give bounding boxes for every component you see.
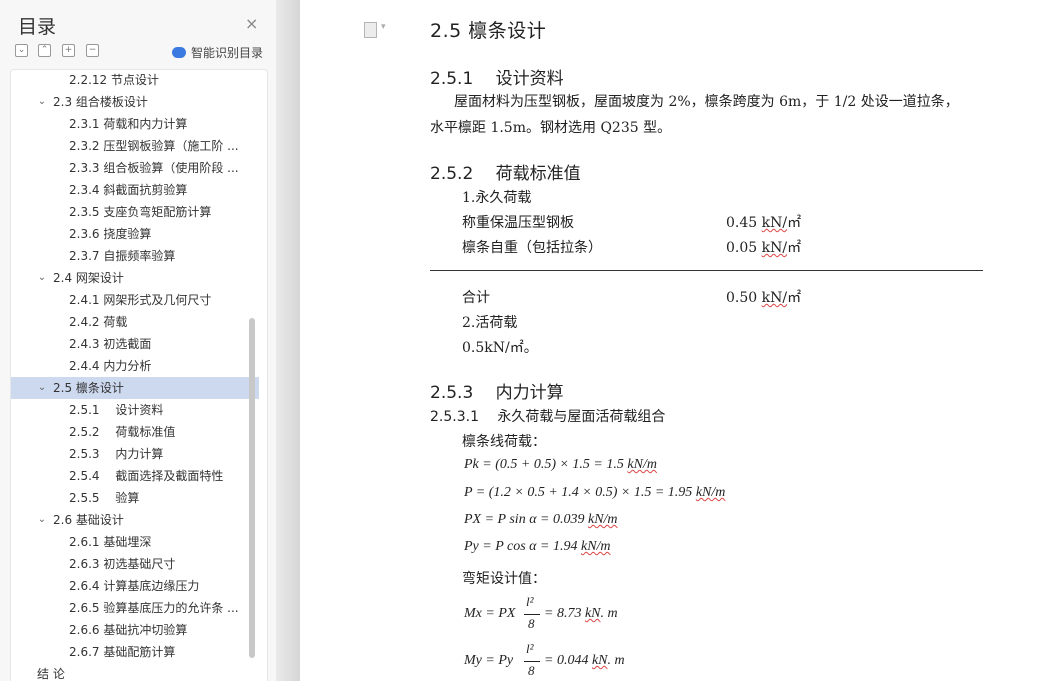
toc-item[interactable]: 2.3.1 荷载和内力计算 — [11, 113, 259, 135]
toc-item-label: 2.4.2 荷载 — [69, 315, 128, 329]
toc-item-label: 2.6.3 初选基础尺寸 — [69, 557, 176, 571]
toc-item[interactable]: 2.4.4 内力分析 — [11, 355, 259, 377]
toc-item[interactable]: 2.3.5 支座负弯矩配筋计算 — [11, 201, 259, 223]
heading-2-5-1: 2.5.1 设计资料 — [430, 69, 564, 89]
heading-2-5-2: 2.5.2 荷载标准值 — [430, 164, 581, 184]
toc-item[interactable]: 2.4.3 初选截面 — [11, 333, 259, 355]
expand-all-icon[interactable]: ⌄ — [15, 44, 28, 57]
chevron-down-icon[interactable]: ⌄ — [35, 377, 49, 399]
toc-item[interactable]: 2.6.7 基础配筋计算 — [11, 641, 259, 663]
toc-item[interactable]: 2.5.3 内力计算 — [11, 443, 259, 465]
toc-scrollbar[interactable] — [249, 318, 255, 658]
toc-tree: 2.2.12 节点设计 ⌄ 2.3 组合楼板设计 2.3.1 荷载和内力计算 2.3.2… — [10, 69, 268, 681]
heading-2-5-3-1: 2.5.3.1 永久荷载与屋面活荷载组合 — [430, 409, 666, 425]
para-line-1: 屋面材料为压型钢板，屋面坡度为 2%，檩条跨度为 6m，于 1/2 处设一道拉条… — [454, 94, 959, 110]
toc-item-label: 2.3 组合楼板设计 — [53, 95, 148, 109]
toc-item-label: 2.3.1 荷载和内力计算 — [69, 117, 188, 131]
equation-p: P = (1.2 × 0.5 + 1.4 × 0.5) × 1.5 = 1.95… — [464, 485, 726, 500]
toc-item-label: 2.6.6 基础抗冲切验算 — [69, 623, 188, 637]
total-value: 0.50 kN/㎡ — [726, 290, 802, 306]
toc-item-label: 2.3.6 挠度验算 — [69, 227, 152, 241]
smart-toc-label: 智能识别目录 — [191, 46, 264, 60]
toc-item-label: 2.3.4 斜截面抗剪验算 — [69, 183, 188, 197]
toc-item-label: 2.4.4 内力分析 — [69, 359, 152, 373]
heading-2-5-3: 2.5.3 内力计算 — [430, 383, 564, 403]
live-load-value: 0.5kN/㎡。 — [462, 340, 538, 356]
table-rule — [430, 270, 983, 271]
toc-item-label: 结 论 — [37, 667, 65, 681]
toc-sidebar: 目录 × ⌄ ⌃ + − 智能识别目录 2.2.12 节点设计 ⌄ 2.3 组合楼板… — [0, 0, 276, 681]
toc-item[interactable]: 2.6.3 初选基础尺寸 — [11, 553, 259, 575]
toc-item[interactable]: 2.6.1 基础埋深 — [11, 531, 259, 553]
toc-item[interactable]: 2.3.4 斜截面抗剪验算 — [11, 179, 259, 201]
equation-py: Py = P cos α = 1.94 kN/m — [464, 539, 611, 554]
live-load-label: 2.活荷载 — [462, 315, 518, 331]
add-heading-icon[interactable]: + — [62, 44, 75, 57]
toc-item[interactable]: 2.6.5 验算基底压力的允许条 ... — [11, 597, 259, 619]
para-line-2: 水平檩距 1.5m。钢材选用 Q235 型。 — [430, 120, 672, 136]
document-page: ▾ 2.5 檩条设计 2.5.1 设计资料 屋面材料为压型钢板，屋面坡度为 2%… — [300, 0, 1063, 681]
toc-item[interactable]: 2.4.2 荷载 — [11, 311, 259, 333]
collapse-all-icon[interactable]: ⌃ — [38, 44, 51, 57]
load-row-1-value: 0.45 kN/㎡ — [726, 215, 802, 231]
panel-divider[interactable] — [276, 0, 300, 681]
toc-item[interactable]: 2.5.4 截面选择及截面特性 — [11, 465, 259, 487]
toc-item-label: 2.5.5 验算 — [69, 491, 140, 505]
toc-item-label: 2.6.7 基础配筋计算 — [69, 645, 176, 659]
toc-item-label: 2.3.7 自振频率验算 — [69, 249, 176, 263]
load-row-2-label: 檩条自重（包括拉条） — [462, 240, 602, 256]
toc-item[interactable]: 2.3.3 组合板验算（使用阶段 ... — [11, 157, 259, 179]
toc-title: 目录 — [18, 16, 57, 38]
toc-item[interactable]: ⌄ 2.3 组合楼板设计 — [11, 91, 259, 113]
ai-icon — [172, 47, 186, 58]
toc-item-label: 2.2.12 节点设计 — [69, 73, 159, 87]
load-row-1-label: 称重保温压型钢板 — [462, 215, 574, 231]
equation-px: PX = P sin α = 0.039 kN/m — [464, 512, 618, 527]
toc-item-label: 2.4 网架设计 — [53, 271, 124, 285]
toc-item-label: 2.6.4 计算基底边缘压力 — [69, 579, 200, 593]
chevron-down-icon[interactable]: ⌄ — [35, 267, 49, 289]
toc-item[interactable]: ⌄ 2.6 基础设计 — [11, 509, 259, 531]
toc-item[interactable]: 2.3.7 自振频率验算 — [11, 245, 259, 267]
toc-item-label: 2.3.5 支座负弯矩配筋计算 — [69, 205, 212, 219]
smart-toc-button[interactable]: 智能识别目录 — [172, 44, 263, 61]
chevron-down-icon[interactable]: ▾ — [381, 22, 386, 32]
close-icon[interactable]: × — [245, 14, 258, 33]
heading-2-5: 2.5 檩条设计 — [430, 20, 547, 42]
remove-heading-icon[interactable]: − — [86, 44, 99, 57]
equation-pk: Pk = (0.5 + 0.5) × 1.5 = 1.5 kN/m — [464, 457, 657, 472]
toc-item[interactable]: 2.6.4 计算基底边缘压力 — [11, 575, 259, 597]
toc-item-label: 2.3.2 压型钢板验算（施工阶 ... — [69, 139, 239, 153]
moment-label: 弯矩设计值： — [462, 571, 546, 587]
toc-item-label: 2.6.5 验算基底压力的允许条 ... — [69, 601, 239, 615]
toc-item[interactable]: ⌄ 2.4 网架设计 — [11, 267, 259, 289]
toc-item[interactable]: 2.5.5 验算 — [11, 487, 259, 509]
toc-item[interactable]: 2.3.2 压型钢板验算（施工阶 ... — [11, 135, 259, 157]
toc-item[interactable]: 2.5.2 荷载标准值 — [11, 421, 259, 443]
toc-item[interactable]: 2.5.1 设计资料 — [11, 399, 259, 421]
permanent-load-label: 1.永久荷载 — [462, 190, 532, 206]
load-row-2-value: 0.05 kN/㎡ — [726, 240, 802, 256]
total-label: 合计 — [462, 290, 490, 306]
chevron-down-icon[interactable]: ⌄ — [35, 509, 49, 531]
chevron-down-icon[interactable]: ⌄ — [35, 91, 49, 113]
toc-item-label: 2.6 基础设计 — [53, 513, 124, 527]
toc-item-label: 2.3.3 组合板验算（使用阶段 ... — [69, 161, 239, 175]
toc-item[interactable]: 2.3.6 挠度验算 — [11, 223, 259, 245]
toc-item-label: 2.5.3 内力计算 — [69, 447, 164, 461]
toc-item-label: 2.5 檩条设计 — [53, 381, 124, 395]
toc-item-label: 2.5.4 截面选择及截面特性 — [69, 469, 224, 483]
toc-item-label: 2.5.1 设计资料 — [69, 403, 164, 417]
page-icon[interactable] — [364, 22, 377, 38]
line-load-label: 檩条线荷载： — [462, 434, 546, 450]
toc-item-label: 2.4.3 初选截面 — [69, 337, 152, 351]
toc-item[interactable]: 结 论 — [11, 663, 259, 681]
toc-item[interactable]: 2.4.1 网架形式及几何尺寸 — [11, 289, 259, 311]
toc-item-label: 2.4.1 网架形式及几何尺寸 — [69, 293, 212, 307]
toc-item-label: 2.6.1 基础埋深 — [69, 535, 152, 549]
toc-item[interactable]: 2.6.6 基础抗冲切验算 — [11, 619, 259, 641]
toc-item[interactable]: 2.2.12 节点设计 — [11, 70, 259, 91]
toc-item-label: 2.5.2 荷载标准值 — [69, 425, 176, 439]
toc-item[interactable]: ⌄ 2.5 檩条设计 — [11, 377, 259, 399]
